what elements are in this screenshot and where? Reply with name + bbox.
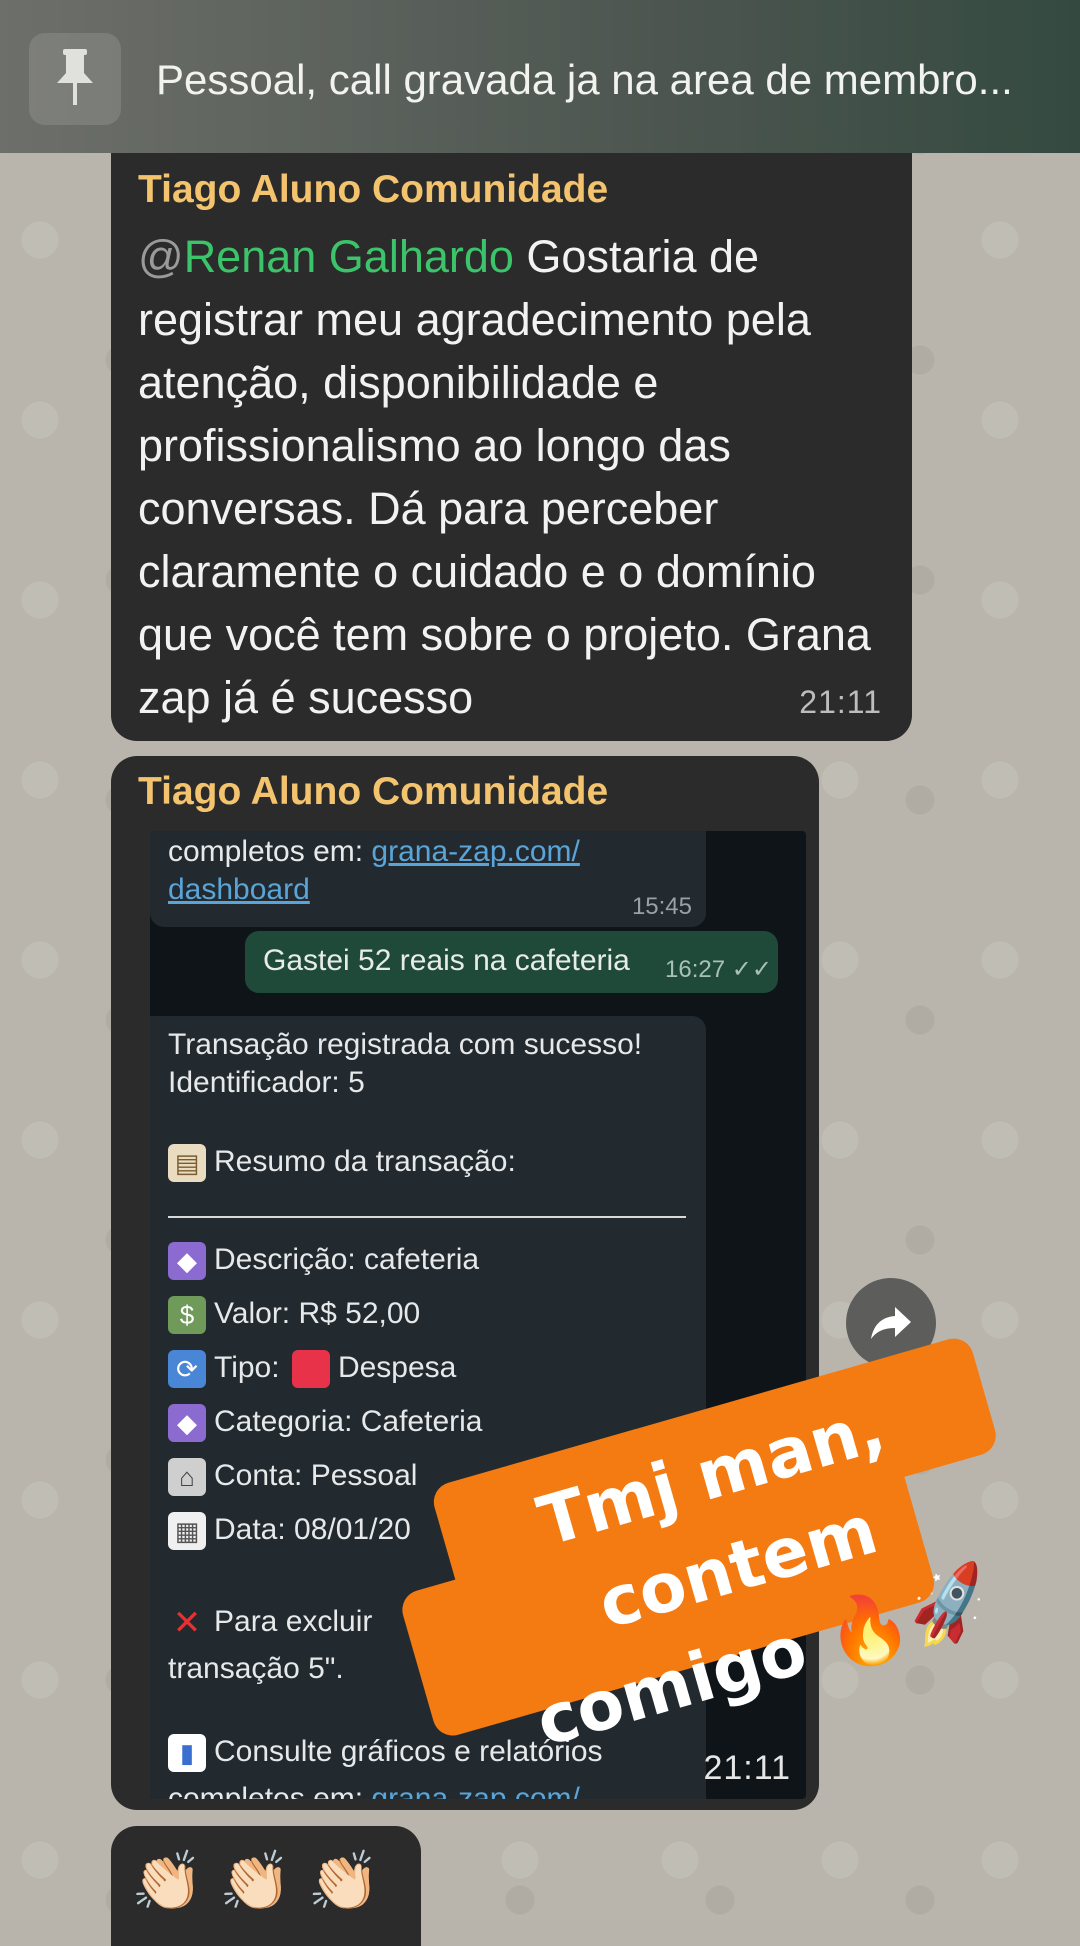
bank-icon: ⌂ [168,1458,206,1496]
forward-icon [871,1307,911,1339]
message-body: Gostaria de registrar meu agradecimento … [138,231,871,723]
pin-icon [29,33,121,125]
chart-icon: ▮ [168,1734,206,1772]
red-square-icon [291,1350,330,1388]
clipboard-icon: ▤ [168,1144,206,1182]
ss-time: 16:27 ✓✓ [665,956,772,983]
mention-link[interactable]: Renan Galhardo [184,231,514,282]
ss-incoming-bubble: completos em: grana-zap.com/ dashboard 1… [150,831,706,927]
money-icon: $ [168,1296,206,1334]
sender-name[interactable]: Tiago Aluno Comunidade [138,770,608,814]
ss-line: Identificador: 5 [168,1066,365,1099]
ss-line: ⟳ Tipo: Despesa [168,1350,456,1388]
ss-line: ◆ Categoria: Cafeteria [168,1404,482,1442]
ss-line: transação 5". [168,1652,344,1685]
ss-line: $ Valor: R$ 52,00 [168,1296,420,1334]
divider [168,1216,686,1218]
sender-name[interactable]: Tiago Aluno Comunidade [138,168,608,212]
double-check-icon: ✓✓ [731,956,772,983]
ss-time: 15:45 [631,893,692,920]
ss-line: ◆ Descrição: cafeteria [168,1242,479,1280]
ss-link: dashboard [168,873,310,906]
claps-emoji: 👏🏻 👏🏻 👏🏻 [131,1849,380,1914]
message-text: @Renan Galhardo Gostaria de registrar me… [138,225,898,729]
tag-icon: ◆ [168,1242,206,1280]
ss-line: ✕ Para excluir [168,1604,373,1642]
ss-outgoing-bubble: Gastei 52 reais na cafeteria 16:27 ✓✓ [245,931,778,993]
tag-icon: ◆ [168,1404,206,1442]
message-bubble[interactable]: Tiago Aluno Comunidade @Renan Galhardo G… [111,153,912,741]
message-bubble[interactable]: 👏🏻 👏🏻 👏🏻 [111,1826,421,1946]
pinned-message-text: Pessoal, call gravada ja na area de memb… [156,56,1013,103]
ss-line: ⌂ Conta: Pessoal [168,1458,417,1496]
ss-line: Transação registrada com sucesso! [168,1028,643,1061]
message-time: 21:11 [703,1749,791,1787]
cross-icon: ✕ [172,1604,202,1642]
cycle-icon: ⟳ [168,1350,206,1388]
message-time: 21:11 [799,684,882,720]
ss-text: completos em: grana-zap.com/ dashboard [168,835,580,906]
ss-line: completos em: grana-zap.com/ [168,1782,580,1799]
pinned-message-bar[interactable]: Pessoal, call gravada ja na area de memb… [0,0,1080,153]
mention-at: @ [138,231,184,282]
ss-text: Gastei 52 reais na cafeteria [263,944,630,977]
ss-line: ▤ Resumo da transação: [168,1144,516,1182]
ss-link: grana-zap.com/ [371,835,580,868]
calendar-icon: ▦ [168,1512,206,1550]
